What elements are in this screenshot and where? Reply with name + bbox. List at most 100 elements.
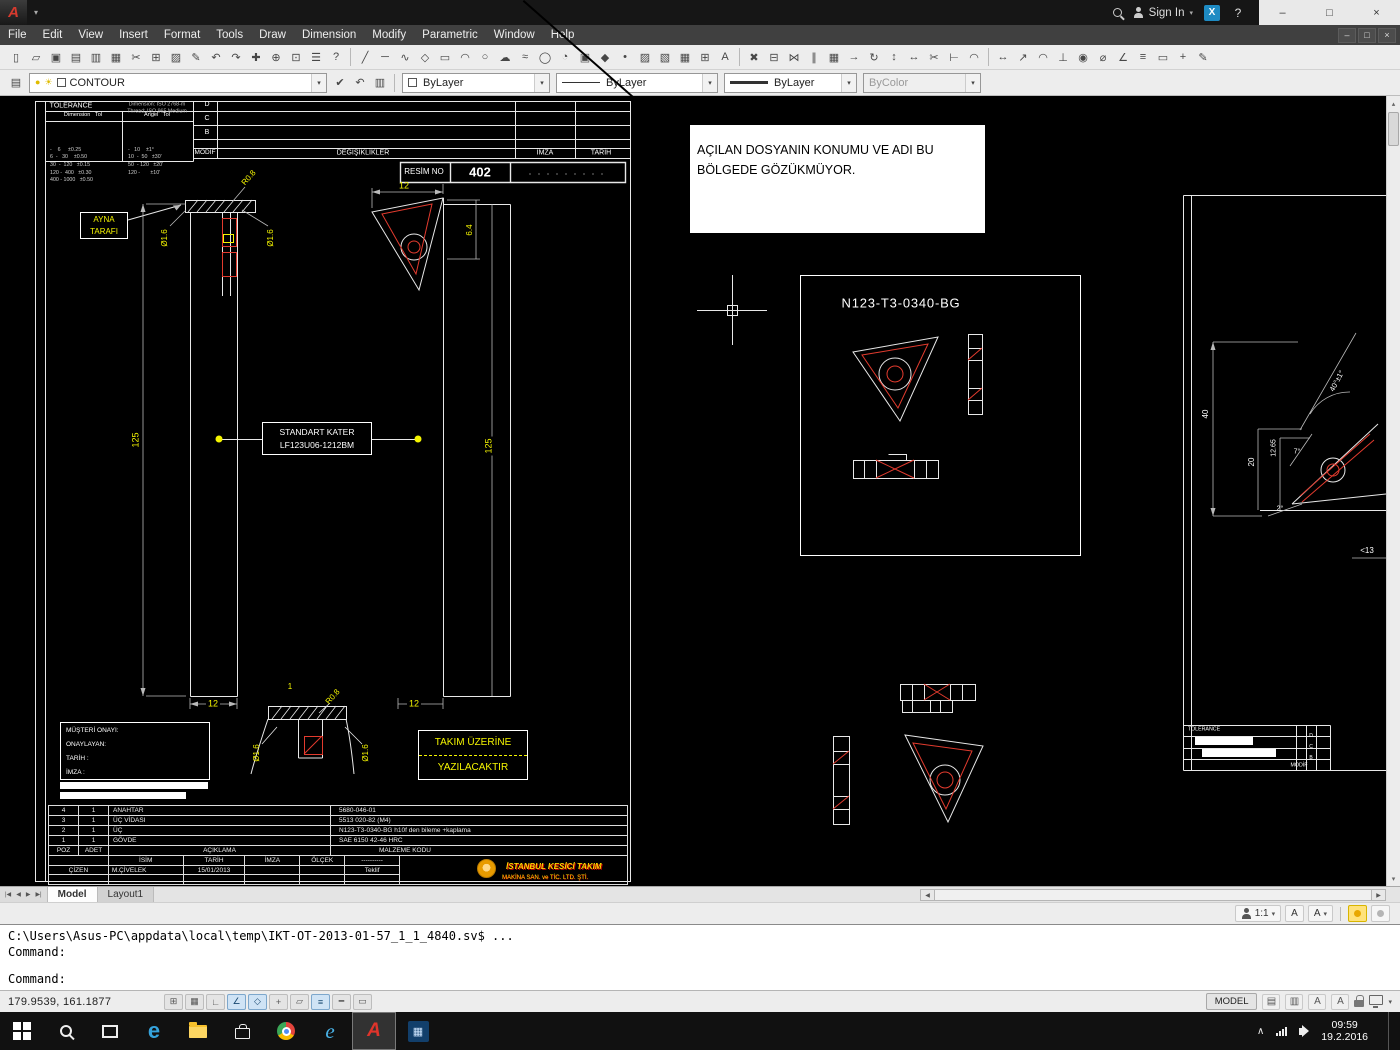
undo-icon[interactable]: ↶ <box>207 48 226 67</box>
color-dropdown[interactable]: ByLayer ▾ <box>402 72 550 93</box>
help-icon[interactable]: ? <box>327 48 346 67</box>
show-desktop-button[interactable] <box>1388 1012 1394 1050</box>
snap-toggle[interactable]: ⊞ <box>164 993 183 1010</box>
arc-icon[interactable]: ◠ <box>456 48 475 67</box>
lwt-toggle[interactable]: ━ <box>332 993 351 1010</box>
layer-previous-button[interactable]: ↶ <box>351 73 370 92</box>
dim-diameter-icon[interactable]: ⌀ <box>1094 48 1113 67</box>
polar-toggle[interactable]: ∠ <box>227 993 246 1010</box>
menu-item[interactable]: Parametric <box>414 25 486 45</box>
dim-continue-icon[interactable]: + <box>1174 48 1193 67</box>
annotation-visibility-button[interactable]: A <box>1285 905 1304 922</box>
menu-item[interactable]: Format <box>156 25 208 45</box>
chrome-button[interactable] <box>264 1012 308 1050</box>
menu-item[interactable]: Help <box>543 25 583 45</box>
internet-explorer-button[interactable]: e <box>308 1012 352 1050</box>
pan-icon[interactable]: ✚ <box>247 48 266 67</box>
move-icon[interactable]: → <box>845 48 864 67</box>
mdi-restore-button[interactable]: □ <box>1358 27 1376 43</box>
autocad-logo-icon[interactable]: A <box>0 0 27 25</box>
quick-view-layouts-icon[interactable]: ▤ <box>1262 993 1281 1010</box>
drawing-canvas[interactable]: TOLERANCE Dimension: ISO 2768-m Thread: … <box>0 96 1400 886</box>
menu-item[interactable]: Dimension <box>294 25 364 45</box>
publish-icon[interactable]: ▦ <box>107 48 126 67</box>
qp-toggle[interactable]: ▭ <box>353 993 372 1010</box>
layer-isolate-button[interactable]: ▥ <box>371 73 390 92</box>
horizontal-scrollbar[interactable]: ◀ ▶ <box>920 889 1386 901</box>
command-prompt[interactable]: Command: <box>8 971 1392 987</box>
menu-item[interactable]: Modify <box>364 25 414 45</box>
cad-viewer-button[interactable]: ▦ <box>396 1012 440 1050</box>
dim-arc-icon[interactable]: ◠ <box>1034 48 1053 67</box>
tray-chevron-icon[interactable]: ∧ <box>1257 1026 1264 1037</box>
task-view-button[interactable] <box>88 1012 132 1050</box>
plot-icon[interactable]: ▤ <box>67 48 86 67</box>
redo-icon[interactable]: ↷ <box>227 48 246 67</box>
properties-icon[interactable]: ☰ <box>307 48 326 67</box>
mirror-icon[interactable]: ⋈ <box>785 48 804 67</box>
scroll-down-arrow-icon[interactable]: ▾ <box>1387 871 1400 886</box>
sign-in-button[interactable]: Sign In ▾ <box>1133 7 1193 19</box>
linetype-dropdown[interactable]: ByLayer ▾ <box>556 72 718 93</box>
dim-angular-icon[interactable]: ∠ <box>1114 48 1133 67</box>
linetype-dropdown-arrow-icon[interactable]: ▾ <box>702 73 717 92</box>
ducs-toggle[interactable]: ▱ <box>290 993 309 1010</box>
open-icon[interactable]: ▱ <box>27 48 46 67</box>
command-line-window[interactable]: C:\Users\Asus-PC\appdata\local\temp\IKT-… <box>0 924 1400 990</box>
maximize-button[interactable]: □ <box>1306 0 1353 25</box>
lightbulb-toggle-off[interactable] <box>1371 905 1390 922</box>
dim-radius-icon[interactable]: ◉ <box>1074 48 1093 67</box>
taskbar-search-button[interactable] <box>44 1012 88 1050</box>
zoom-window-icon[interactable]: ⊡ <box>287 48 306 67</box>
spline-icon[interactable]: ≈ <box>516 48 535 67</box>
vertical-scrollbar[interactable]: ▴ ▾ <box>1386 96 1400 886</box>
copy-object-icon[interactable]: ⊟ <box>765 48 784 67</box>
model-space-button[interactable]: MODEL <box>1205 993 1258 1010</box>
vertical-scrollbar-thumb[interactable] <box>1388 112 1399 146</box>
color-dropdown-arrow-icon[interactable]: ▾ <box>534 73 549 92</box>
mtext-icon[interactable]: A <box>716 48 735 67</box>
ortho-toggle[interactable]: ∟ <box>206 993 225 1010</box>
menu-item[interactable]: File <box>0 25 35 45</box>
store-button[interactable] <box>220 1012 264 1050</box>
scroll-left-arrow-icon[interactable]: ◀ <box>921 890 934 900</box>
speaker-icon[interactable] <box>1299 1024 1310 1037</box>
tab-model[interactable]: Model <box>47 887 98 902</box>
edge-button[interactable]: e <box>132 1012 176 1050</box>
menu-item[interactable]: Insert <box>111 25 156 45</box>
start-button[interactable] <box>0 1012 44 1050</box>
mdi-minimize-button[interactable]: – <box>1338 27 1356 43</box>
quick-view-drawings-icon[interactable]: ▥ <box>1285 993 1304 1010</box>
mdi-close-button[interactable]: × <box>1378 27 1396 43</box>
taskbar-clock[interactable]: 09:59 19.2.2016 <box>1321 1019 1368 1043</box>
plot-preview-icon[interactable]: ▥ <box>87 48 106 67</box>
search-icon[interactable] <box>1112 8 1122 17</box>
trim-icon[interactable]: ✂ <box>925 48 944 67</box>
array-icon[interactable]: ▦ <box>825 48 844 67</box>
match-properties-icon[interactable]: ✎ <box>187 48 206 67</box>
polygon-icon[interactable]: ◇ <box>416 48 435 67</box>
menu-item[interactable]: Draw <box>251 25 294 45</box>
layer-properties-manager-button[interactable]: ▤ <box>7 73 26 92</box>
point-icon[interactable]: • <box>616 48 635 67</box>
horizontal-scrollbar-thumb[interactable] <box>934 890 1372 900</box>
dim-quick-icon[interactable]: ≡ <box>1134 48 1153 67</box>
ellipse-icon[interactable]: ◯ <box>536 48 555 67</box>
minimize-button[interactable]: – <box>1259 0 1306 25</box>
construction-line-icon[interactable]: ─ <box>376 48 395 67</box>
menu-item[interactable]: Tools <box>208 25 251 45</box>
first-tab-icon[interactable]: |◀ <box>3 891 13 898</box>
paste-icon[interactable]: ▨ <box>167 48 186 67</box>
last-tab-icon[interactable]: ▶| <box>33 891 43 898</box>
polyline-icon[interactable]: ∿ <box>396 48 415 67</box>
exchange-apps-icon[interactable]: X <box>1204 4 1220 21</box>
osnap-toggle[interactable]: ◇ <box>248 993 267 1010</box>
offset-icon[interactable]: ∥ <box>805 48 824 67</box>
rectangle-icon[interactable]: ▭ <box>436 48 455 67</box>
extend-icon[interactable]: ⊢ <box>945 48 964 67</box>
stretch-icon[interactable]: ↔ <box>905 48 924 67</box>
next-tab-icon[interactable]: ▶ <box>24 891 33 898</box>
revcloud-icon[interactable]: ☁ <box>496 48 515 67</box>
lightbulb-toggle-on[interactable] <box>1348 905 1367 922</box>
zoom-realtime-icon[interactable]: ⊕ <box>267 48 286 67</box>
